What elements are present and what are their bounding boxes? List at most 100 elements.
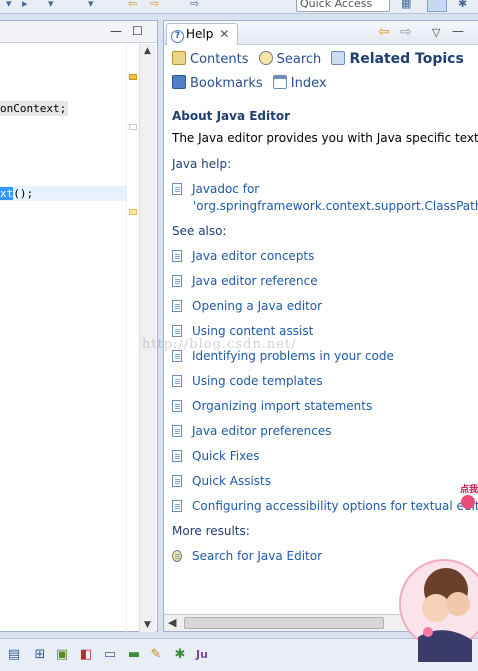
tasks-icon[interactable]: ✎ (148, 647, 164, 663)
document-icon (172, 500, 182, 512)
document-icon (172, 250, 182, 262)
maximize-icon[interactable]: ☐ (132, 24, 143, 38)
contents-link[interactable]: Contents (172, 51, 248, 67)
occurrence-marker[interactable] (129, 124, 137, 130)
help-nav-row-1: Contents Search Related Topics (172, 51, 470, 67)
see-also-item[interactable]: Java editor reference (172, 274, 318, 288)
contents-label: Contents (190, 52, 249, 67)
minimize-icon[interactable]: — (452, 24, 464, 38)
java-editor[interactable]: — ☐ onContext; xt(); ▲ ▼ (0, 20, 158, 632)
see-also-item[interactable]: Java editor concepts (172, 249, 314, 263)
scroll-left-icon[interactable]: ◀ (168, 616, 176, 629)
see-also-item[interactable]: Quick Fixes (172, 449, 259, 463)
index-label: Index (290, 76, 327, 91)
help-content: About Java Editor The Java editor provid… (172, 109, 478, 563)
quick-access-input[interactable]: Quick Access (296, 0, 390, 12)
see-also-item[interactable]: Using content assist (172, 324, 313, 338)
warning-marker[interactable] (129, 74, 137, 80)
document-icon (172, 425, 182, 437)
see-also-label: Quick Fixes (192, 449, 260, 463)
forward-icon[interactable]: ⇨ (150, 0, 159, 10)
help-tabbar: ? Help ✕ ⇦ ⇨ ▽ — (164, 21, 478, 45)
problems-icon[interactable]: ◧ (78, 647, 94, 663)
watermark: http://blog.csdn.net/ (142, 337, 297, 352)
see-also-label: Using content assist (192, 324, 314, 338)
document-icon (172, 400, 182, 412)
tab-help-label: Help (186, 27, 214, 41)
javadoc-link[interactable]: Javadoc for (172, 182, 259, 196)
see-also-item[interactable]: Organizing import statements (172, 399, 372, 413)
view-menu-icon[interactable]: ▽ (432, 26, 440, 39)
see-also-label: Using code templates (192, 374, 323, 388)
document-icon (172, 450, 182, 462)
code-line[interactable]: xt(); (0, 186, 33, 201)
bookmarks-link[interactable]: Bookmarks (172, 75, 263, 91)
code-text: (); (13, 187, 34, 200)
code-line[interactable]: onContext; (0, 101, 69, 116)
search-link[interactable]: Search (258, 51, 322, 67)
junit-icon[interactable]: Ju (194, 647, 210, 663)
document-icon (172, 375, 182, 387)
console-icon[interactable]: ▭ (102, 647, 118, 663)
tab-help[interactable]: ? Help ✕ (166, 23, 238, 45)
search-icon (172, 550, 182, 562)
see-also-label: Quick Assists (192, 474, 272, 488)
scroll-down-icon[interactable]: ▼ (144, 620, 151, 630)
debug-icon[interactable]: ✱ (172, 647, 188, 663)
toolbar-icon[interactable]: ▾ (88, 0, 94, 10)
see-also-label: Opening a Java editor (192, 299, 323, 313)
close-icon[interactable]: ✕ (219, 27, 229, 41)
overview-ruler[interactable] (126, 44, 139, 632)
occurrence-marker[interactable] (129, 209, 137, 215)
index-icon (272, 75, 287, 89)
sticker-label: 点我 (460, 485, 478, 495)
server-icon[interactable]: ▬ (126, 647, 142, 663)
back-icon[interactable]: ⇦ (128, 0, 137, 10)
fast-view-icon[interactable]: ▤ (6, 647, 22, 663)
search-for-link[interactable]: Search for Java Editor (172, 549, 322, 563)
toolbar-icon[interactable]: ▾ (48, 0, 54, 10)
java-perspective-button[interactable] (427, 0, 447, 12)
see-also-label: Java editor concepts (192, 249, 315, 263)
bookmarks-label: Bookmarks (190, 76, 263, 91)
document-icon (172, 475, 182, 487)
see-also-item[interactable]: Using code templates (172, 374, 323, 388)
open-perspective-icon[interactable]: ▦ (401, 0, 411, 10)
see-also-heading: See also: (172, 224, 227, 238)
run-icon[interactable]: ▸ (22, 0, 28, 10)
scroll-up-icon[interactable]: ▲ (144, 46, 151, 56)
selected-text[interactable]: xt (0, 187, 14, 200)
minimize-icon[interactable]: — (110, 24, 122, 38)
help-icon: ? (171, 30, 184, 43)
debug-perspective-icon[interactable]: ✱ (458, 0, 467, 10)
search-for-label: Search for Java Editor (192, 549, 323, 563)
hierarchy-icon[interactable]: ⊞ (32, 647, 48, 663)
related-topics-link[interactable]: Related Topics (331, 51, 464, 67)
related-topics-icon (331, 51, 346, 65)
document-icon (172, 300, 182, 312)
toolbar-icon[interactable]: ⇨ (190, 0, 199, 10)
main-toolbar: ▾ ▸ ▾ ▾ ⇦ ⇨ ⇨ Quick Access ▦ ✱ (0, 0, 478, 14)
see-also-item[interactable]: Java editor preferences (172, 424, 331, 438)
more-results-heading: More results: (172, 524, 250, 538)
javadoc-label: Javadoc for (192, 182, 260, 196)
related-topics-label: Related Topics (349, 51, 464, 67)
see-also-label: Java editor reference (192, 274, 318, 288)
document-icon (172, 275, 182, 287)
back-icon[interactable]: ⇦ (378, 24, 390, 40)
see-also-item[interactable]: Quick Assists (172, 474, 271, 488)
javadoc-link-continued[interactable]: 'org.springframework.context.support.Cla… (193, 199, 478, 213)
page-title: About Java Editor (172, 109, 291, 123)
editor-tabbar: — ☐ (0, 21, 157, 43)
index-link[interactable]: Index (272, 75, 327, 91)
sticker-image: 点我 (398, 472, 478, 662)
scrollbar-thumb[interactable] (184, 617, 384, 629)
see-also-label: Java editor preferences (192, 424, 332, 438)
toolbar-icon[interactable]: ▾ (6, 0, 12, 10)
intro-text: The Java editor provides you with Java s… (172, 131, 478, 145)
forward-icon[interactable]: ⇨ (400, 24, 412, 40)
search-label: Search (276, 52, 322, 67)
see-also-item[interactable]: Opening a Java editor (172, 299, 322, 313)
java-help-heading: Java help: (172, 157, 232, 171)
package-icon[interactable]: ▣ (54, 647, 70, 663)
